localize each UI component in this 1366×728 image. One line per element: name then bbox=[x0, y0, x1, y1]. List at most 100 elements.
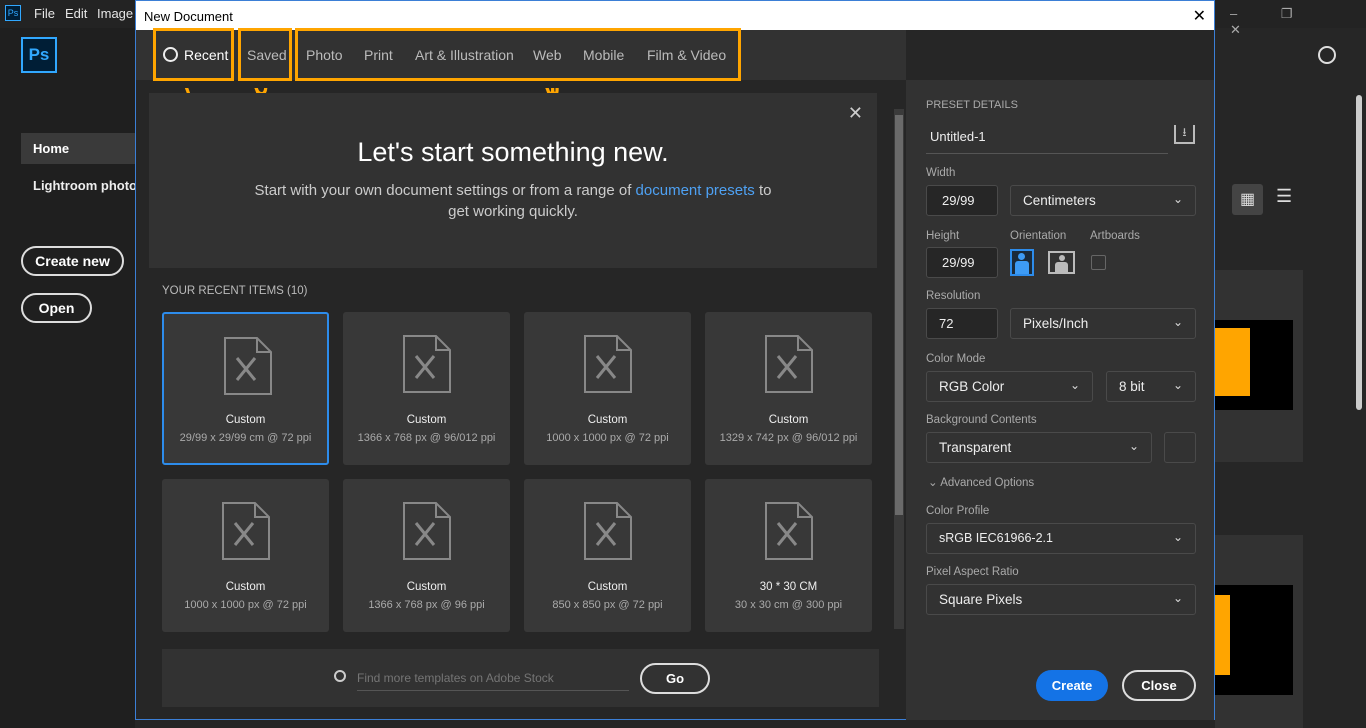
item-title: Custom bbox=[587, 581, 628, 593]
dialog-scrollbar[interactable] bbox=[894, 109, 904, 629]
document-presets-link[interactable]: document presets bbox=[636, 182, 755, 199]
recent-item-card[interactable]: Custom 29/99 x 29/99 cm @ 72 ppi bbox=[162, 312, 329, 465]
dialog-title: New Document bbox=[144, 9, 233, 24]
color-profile-select[interactable]: sRGB IEC61966-2.1 ⌄ bbox=[926, 523, 1196, 554]
window-controls[interactable]: – ❐ ✕ bbox=[1230, 6, 1366, 38]
welcome-banner: ✕ Let's start something new. Start with … bbox=[149, 93, 877, 268]
resolution-label: Resolution bbox=[926, 290, 981, 302]
resolution-input[interactable]: 72 bbox=[926, 308, 998, 339]
chevron-down-icon: ⌄ bbox=[1128, 439, 1139, 453]
item-title: Custom bbox=[587, 414, 628, 426]
document-icon bbox=[765, 502, 813, 560]
item-specs: 850 x 850 px @ 72 ppi bbox=[552, 599, 663, 611]
recent-item-card[interactable]: 30 * 30 CM 30 x 30 cm @ 300 ppi bbox=[705, 479, 872, 632]
item-title: Custom bbox=[225, 581, 266, 593]
chevron-down-icon: ⌄ bbox=[1172, 530, 1183, 544]
document-name-field[interactable]: Untitled-1 bbox=[926, 121, 1168, 154]
ps-logo: Ps bbox=[21, 37, 57, 73]
height-input[interactable]: 29/99 bbox=[926, 247, 998, 278]
chevron-down-icon: ⌄ bbox=[1172, 591, 1183, 605]
item-specs: 1000 x 1000 px @ 72 ppi bbox=[546, 432, 669, 444]
resolution-unit-select[interactable]: Pixels/Inch ⌄ bbox=[1010, 308, 1196, 339]
advanced-options-label: Advanced Options bbox=[940, 477, 1035, 489]
width-label: Width bbox=[926, 167, 956, 179]
background-contents-label: Background Contents bbox=[926, 414, 1037, 426]
recent-item-card[interactable]: Custom 850 x 850 px @ 72 ppi bbox=[524, 479, 691, 632]
chevron-down-icon: ⌄ bbox=[1172, 378, 1183, 392]
artboards-label: Artboards bbox=[1090, 230, 1140, 242]
create-button[interactable]: Create bbox=[1036, 670, 1108, 701]
item-specs: 1366 x 768 px @ 96 ppi bbox=[368, 599, 485, 611]
recent-thumbnail[interactable] bbox=[1215, 535, 1303, 728]
document-icon bbox=[224, 337, 272, 395]
item-specs: 1000 x 1000 px @ 72 ppi bbox=[184, 599, 307, 611]
color-mode-value: RGB Color bbox=[939, 379, 1005, 394]
close-button[interactable]: Close bbox=[1122, 670, 1196, 701]
orientation-label: Orientation bbox=[1010, 230, 1067, 242]
recent-label: YOUR RECENT ITEMS bbox=[162, 285, 284, 297]
grid-view-icon[interactable]: ▦ bbox=[1232, 184, 1263, 215]
search-icon bbox=[334, 670, 346, 682]
close-banner-icon[interactable]: ✕ bbox=[848, 103, 863, 124]
portrait-orientation-icon[interactable] bbox=[1010, 249, 1034, 276]
menu-edit[interactable]: Edit bbox=[65, 6, 87, 21]
save-preset-icon[interactable]: ⭳ bbox=[1174, 125, 1195, 144]
go-button[interactable]: Go bbox=[640, 663, 710, 694]
width-input[interactable]: 29/99 bbox=[926, 185, 998, 216]
recent-item-card[interactable]: Custom 1000 x 1000 px @ 72 ppi bbox=[524, 312, 691, 465]
document-icon bbox=[222, 502, 270, 560]
banner-text-2: to bbox=[754, 182, 772, 199]
color-mode-select[interactable]: RGB Color ⌄ bbox=[926, 371, 1093, 402]
sidebar-item-lightroom[interactable]: Lightroom photos bbox=[33, 178, 144, 193]
item-title: Custom bbox=[225, 414, 266, 426]
color-profile-label: Color Profile bbox=[926, 505, 990, 517]
annotation-box-1 bbox=[153, 28, 234, 81]
chevron-down-icon: ⌄ bbox=[1069, 378, 1080, 392]
list-view-icon[interactable]: ☰ bbox=[1276, 186, 1292, 207]
chevron-down-icon: ⌄ bbox=[1172, 315, 1183, 329]
width-unit-value: Centimeters bbox=[1023, 193, 1096, 208]
advanced-options-toggle[interactable]: ⌄ Advanced Options bbox=[928, 475, 1034, 489]
background-color-swatch[interactable] bbox=[1164, 432, 1196, 463]
recent-thumbnail[interactable] bbox=[1215, 270, 1303, 462]
new-document-dialog: New Document ✕ Recent Saved Photo Print … bbox=[135, 0, 1215, 720]
pixel-aspect-ratio-value: Square Pixels bbox=[939, 592, 1023, 607]
bit-depth-select[interactable]: 8 bit ⌄ bbox=[1106, 371, 1196, 402]
close-icon[interactable]: ✕ bbox=[1193, 6, 1206, 26]
banner-title: Let's start something new. bbox=[357, 137, 669, 167]
item-specs: 1366 x 768 px @ 96/012 ppi bbox=[357, 432, 496, 444]
artboards-checkbox[interactable] bbox=[1091, 255, 1106, 270]
menu-file[interactable]: File bbox=[34, 6, 55, 21]
background-contents-select[interactable]: Transparent ⌄ bbox=[926, 432, 1152, 463]
color-mode-label: Color Mode bbox=[926, 353, 986, 365]
recent-item-card[interactable]: Custom 1000 x 1000 px @ 72 ppi bbox=[162, 479, 329, 632]
chevron-down-icon: ⌄ bbox=[1172, 192, 1183, 206]
stock-search-input[interactable] bbox=[357, 665, 629, 691]
dialog-title-bar: New Document ✕ bbox=[136, 1, 1214, 30]
recent-item-card[interactable]: Custom 1366 x 768 px @ 96/012 ppi bbox=[343, 312, 510, 465]
recent-items-label: YOUR RECENT ITEMS (10) bbox=[162, 285, 307, 297]
recent-item-card[interactable]: Custom 1329 x 742 px @ 96/012 ppi bbox=[705, 312, 872, 465]
width-unit-select[interactable]: Centimeters ⌄ bbox=[1010, 185, 1196, 216]
banner-text: Start with your own document settings or… bbox=[149, 182, 877, 199]
search-icon[interactable] bbox=[1318, 46, 1336, 64]
scrollbar[interactable] bbox=[1356, 95, 1362, 410]
preset-header: PRESET DETAILS bbox=[926, 99, 1018, 111]
create-new-button[interactable]: Create new bbox=[21, 246, 124, 276]
item-title: 30 * 30 CM bbox=[759, 581, 818, 593]
recent-item-card[interactable]: Custom 1366 x 768 px @ 96 ppi bbox=[343, 479, 510, 632]
document-icon bbox=[403, 502, 451, 560]
landscape-orientation-icon[interactable] bbox=[1048, 251, 1075, 274]
ps-app-icon: Ps bbox=[5, 5, 21, 21]
annotation-box-3 bbox=[295, 28, 741, 81]
pixel-aspect-ratio-select[interactable]: Square Pixels ⌄ bbox=[926, 584, 1196, 615]
open-button[interactable]: Open bbox=[21, 293, 92, 323]
sidebar-item-home[interactable]: Home bbox=[21, 133, 135, 164]
item-specs: 1329 x 742 px @ 96/012 ppi bbox=[719, 432, 858, 444]
recent-count: (10) bbox=[287, 285, 308, 297]
resolution-unit-value: Pixels/Inch bbox=[1023, 316, 1089, 331]
banner-text-1: Start with your own document settings or… bbox=[254, 182, 636, 199]
menu-image[interactable]: Image bbox=[97, 6, 133, 21]
height-label: Height bbox=[926, 230, 960, 242]
annotation-box-2 bbox=[238, 28, 292, 81]
